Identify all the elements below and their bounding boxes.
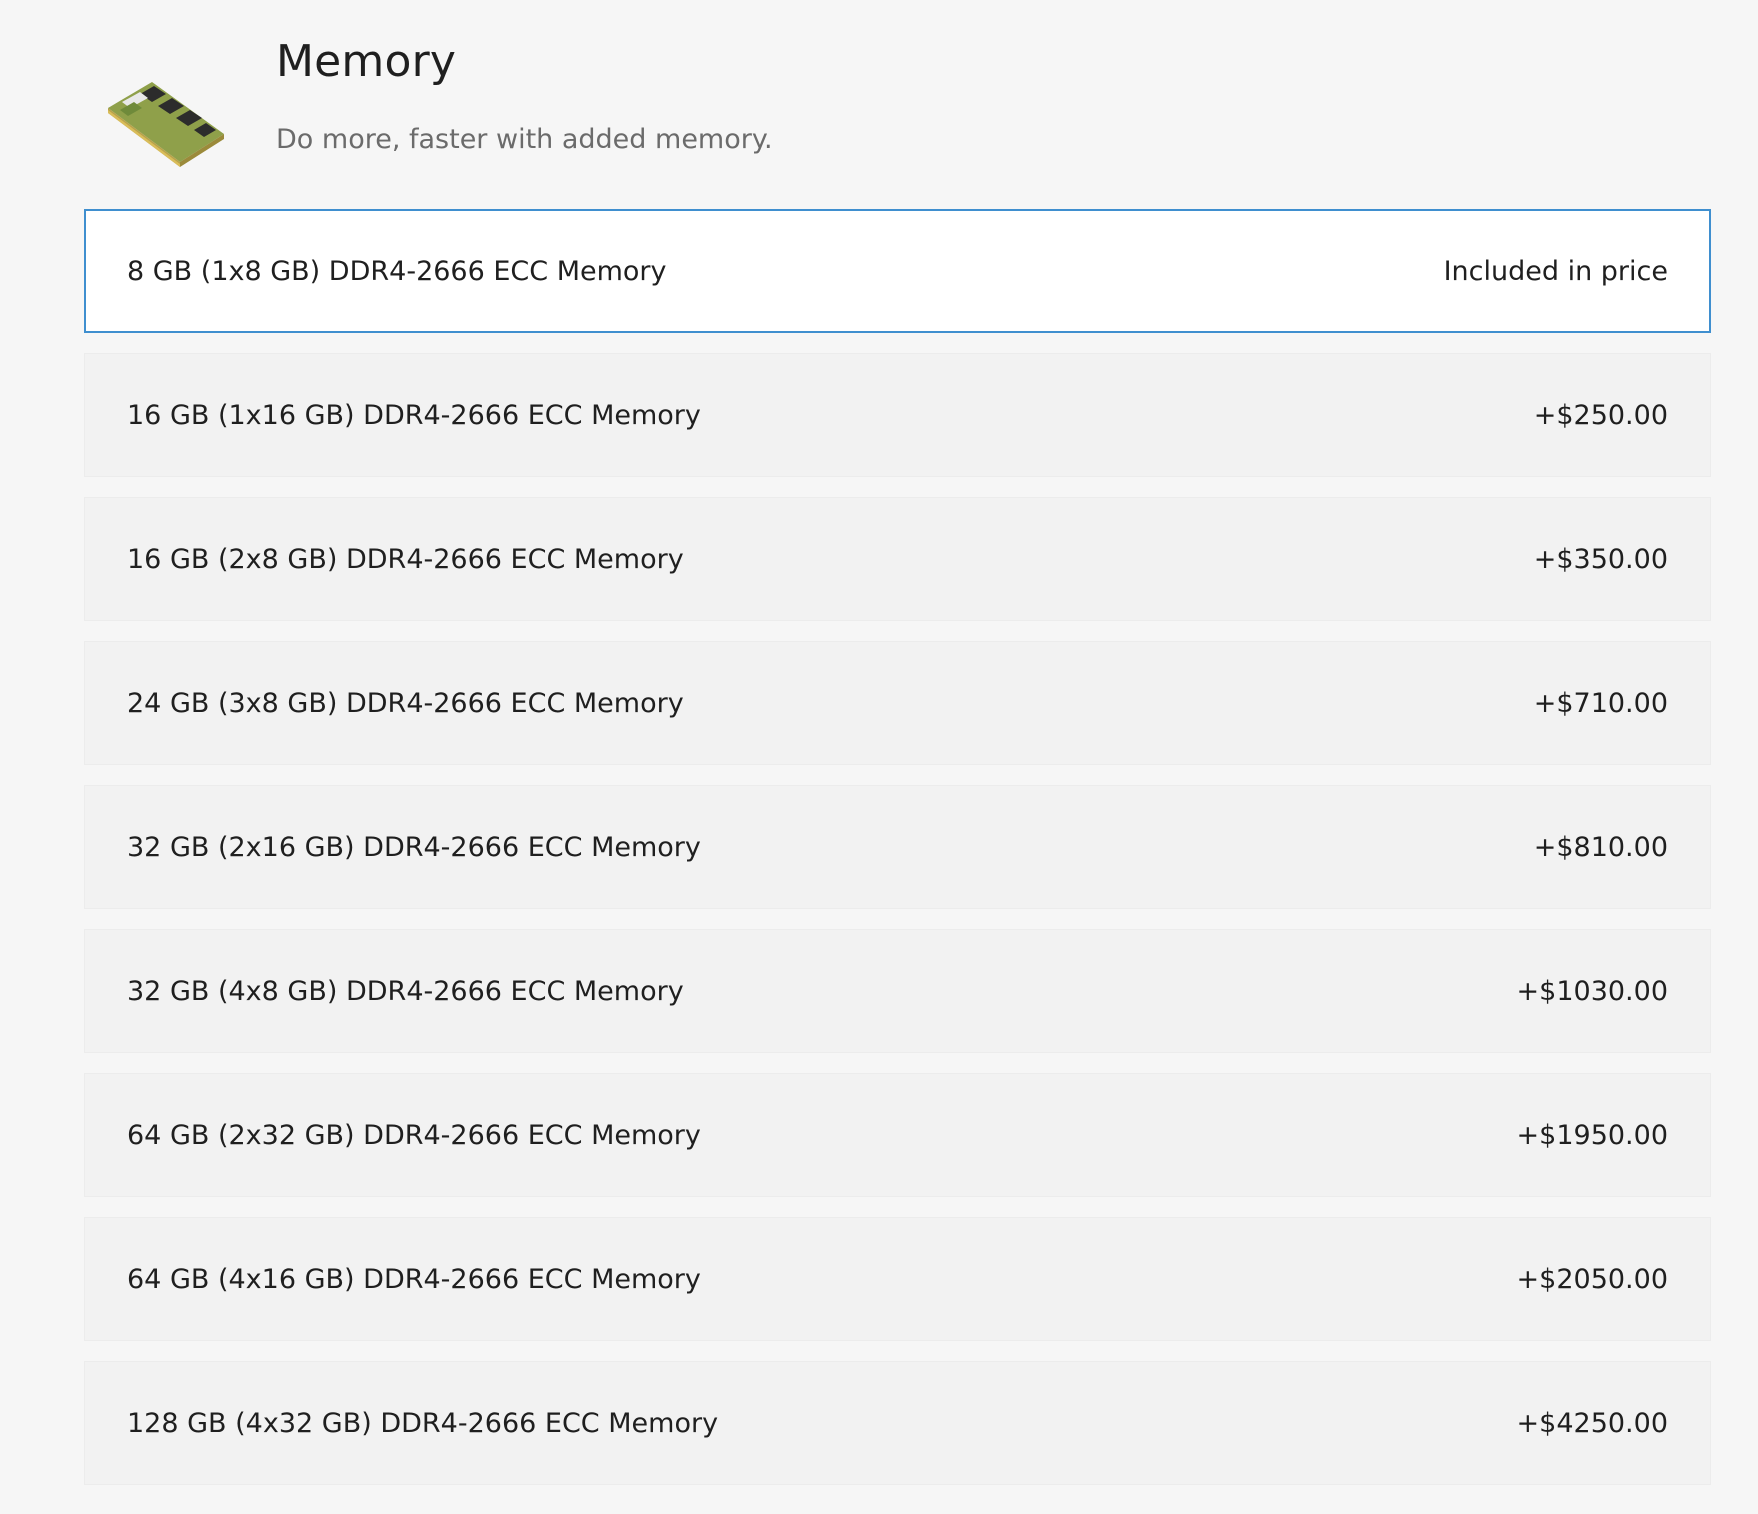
option-label: 16 GB (2x8 GB) DDR4-2666 ECC Memory xyxy=(127,543,684,575)
memory-option-24gb-3x8[interactable]: 24 GB (3x8 GB) DDR4-2666 ECC Memory +$71… xyxy=(84,641,1711,765)
section-header: Memory Do more, faster with added memory… xyxy=(0,0,1758,200)
option-label: 64 GB (4x16 GB) DDR4-2666 ECC Memory xyxy=(127,1263,701,1295)
option-price: +$350.00 xyxy=(1533,543,1668,575)
memory-option-8gb-1x8[interactable]: 8 GB (1x8 GB) DDR4-2666 ECC Memory Inclu… xyxy=(84,209,1711,333)
option-label: 32 GB (4x8 GB) DDR4-2666 ECC Memory xyxy=(127,975,684,1007)
memory-option-64gb-2x32[interactable]: 64 GB (2x32 GB) DDR4-2666 ECC Memory +$1… xyxy=(84,1073,1711,1197)
option-price: +$1950.00 xyxy=(1516,1119,1668,1151)
memory-option-16gb-2x8[interactable]: 16 GB (2x8 GB) DDR4-2666 ECC Memory +$35… xyxy=(84,497,1711,621)
section-title: Memory xyxy=(276,36,457,87)
option-label: 32 GB (2x16 GB) DDR4-2666 ECC Memory xyxy=(127,831,701,863)
option-label: 64 GB (2x32 GB) DDR4-2666 ECC Memory xyxy=(127,1119,701,1151)
option-label: 8 GB (1x8 GB) DDR4-2666 ECC Memory xyxy=(127,255,667,287)
option-label: 16 GB (1x16 GB) DDR4-2666 ECC Memory xyxy=(127,399,701,431)
memory-option-64gb-4x16[interactable]: 64 GB (4x16 GB) DDR4-2666 ECC Memory +$2… xyxy=(84,1217,1711,1341)
memory-option-128gb-4x32[interactable]: 128 GB (4x32 GB) DDR4-2666 ECC Memory +$… xyxy=(84,1361,1711,1485)
option-price: +$810.00 xyxy=(1533,831,1668,863)
option-price: Included in price xyxy=(1443,255,1668,287)
memory-options-list: 8 GB (1x8 GB) DDR4-2666 ECC Memory Inclu… xyxy=(84,209,1711,1505)
memory-option-32gb-2x16[interactable]: 32 GB (2x16 GB) DDR4-2666 ECC Memory +$8… xyxy=(84,785,1711,909)
option-price: +$2050.00 xyxy=(1516,1263,1668,1295)
option-price: +$710.00 xyxy=(1533,687,1668,719)
memory-module-icon xyxy=(108,82,224,167)
memory-option-32gb-4x8[interactable]: 32 GB (4x8 GB) DDR4-2666 ECC Memory +$10… xyxy=(84,929,1711,1053)
option-label: 24 GB (3x8 GB) DDR4-2666 ECC Memory xyxy=(127,687,684,719)
memory-option-16gb-1x16[interactable]: 16 GB (1x16 GB) DDR4-2666 ECC Memory +$2… xyxy=(84,353,1711,477)
option-price: +$4250.00 xyxy=(1516,1407,1668,1439)
option-price: +$250.00 xyxy=(1533,399,1668,431)
section-subtitle: Do more, faster with added memory. xyxy=(276,124,773,155)
option-label: 128 GB (4x32 GB) DDR4-2666 ECC Memory xyxy=(127,1407,719,1439)
option-price: +$1030.00 xyxy=(1516,975,1668,1007)
